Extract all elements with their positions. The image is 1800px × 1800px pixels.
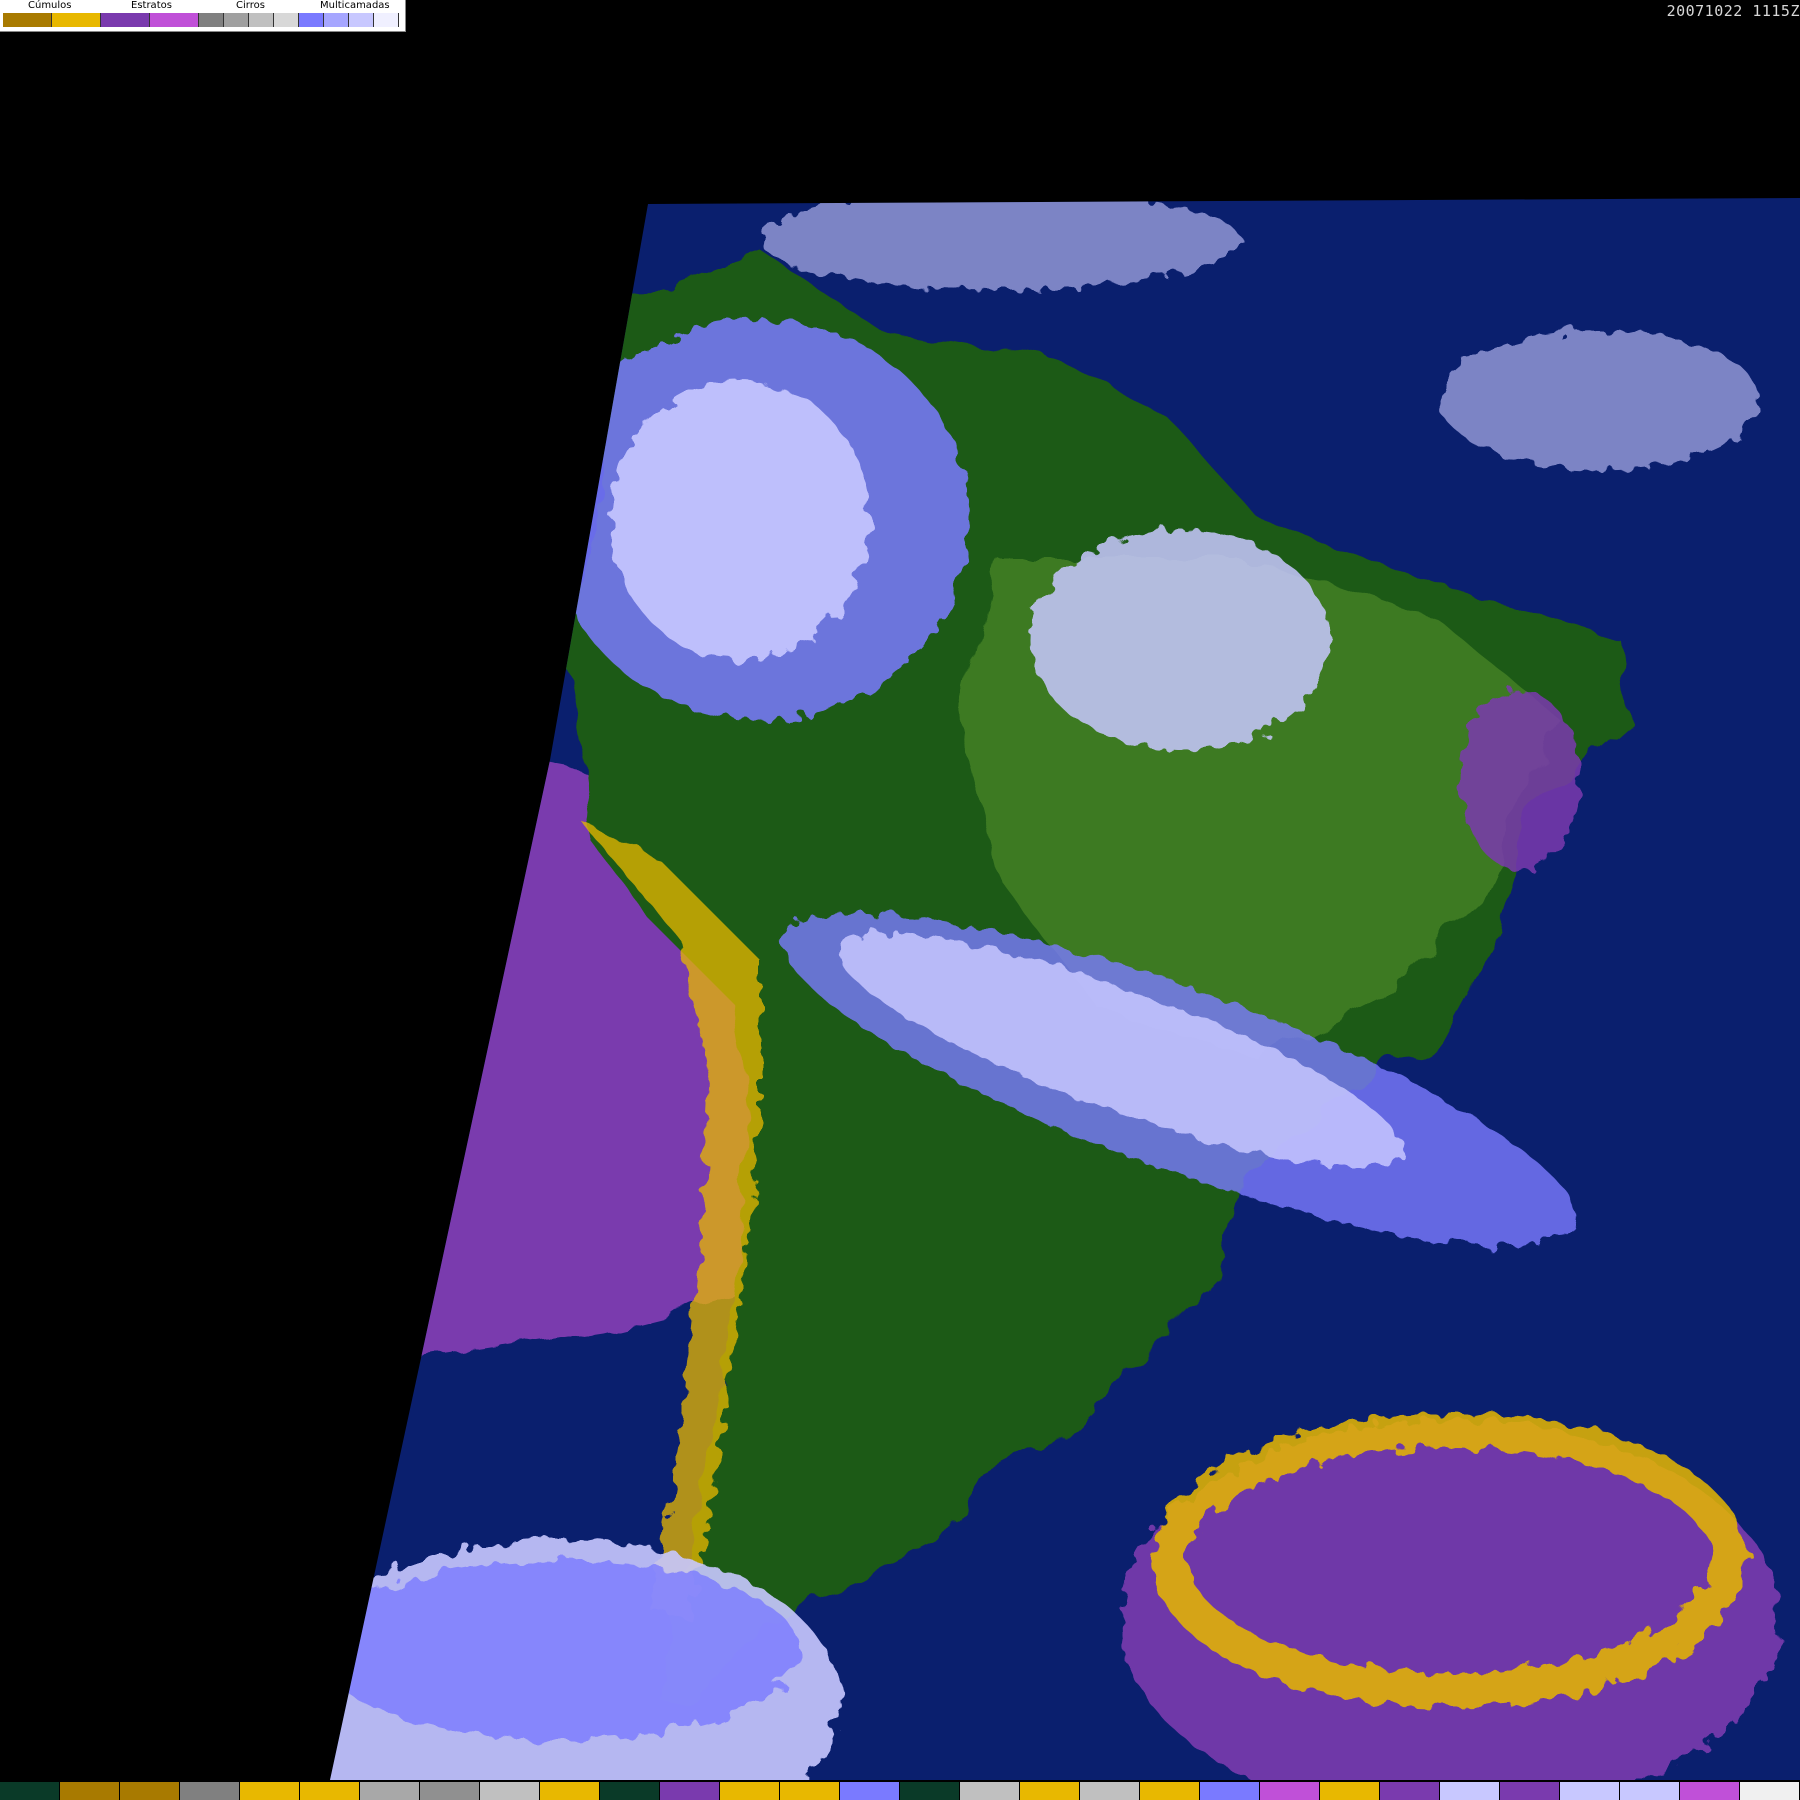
bottom-color-strip — [0, 1782, 1800, 1800]
strip-cell-11 — [660, 1782, 720, 1800]
legend-label-cirros: Cirros — [236, 0, 265, 11]
amazon-cloud-tops — [610, 380, 870, 660]
legend-label-cumulos: Cúmulos — [28, 0, 72, 11]
strip-cell-14 — [840, 1782, 900, 1800]
north-atlantic-clouds — [1440, 330, 1760, 470]
strip-cell-21 — [1260, 1782, 1320, 1800]
strip-cell-4 — [240, 1782, 300, 1800]
caribbean-clouds — [760, 198, 1240, 290]
central-brazil-clouds — [1030, 530, 1330, 750]
strip-cell-10 — [600, 1782, 660, 1800]
strip-cell-1 — [60, 1782, 120, 1800]
southern-multilayer-edge — [330, 1560, 800, 1740]
strip-cell-6 — [360, 1782, 420, 1800]
legend-swatch-0-1 — [52, 13, 101, 27]
strip-cell-28 — [1680, 1782, 1740, 1800]
legend-label-multicamadas: Multicamadas — [320, 0, 390, 11]
image-timestamp: 20071022 1115Z — [1666, 2, 1800, 20]
strip-cell-8 — [480, 1782, 540, 1800]
strip-cell-12 — [720, 1782, 780, 1800]
strip-cell-15 — [900, 1782, 960, 1800]
legend-swatch-3-3 — [374, 13, 399, 27]
strip-cell-0 — [0, 1782, 60, 1800]
legend-swatch-1-1 — [150, 13, 199, 27]
strip-cell-27 — [1620, 1782, 1680, 1800]
strip-cell-18 — [1080, 1782, 1140, 1800]
strip-cell-26 — [1560, 1782, 1620, 1800]
satellite-image — [330, 198, 1800, 1780]
legend-swatch-2-0 — [199, 13, 224, 27]
strip-cell-23 — [1380, 1782, 1440, 1800]
strip-cell-29 — [1740, 1782, 1800, 1800]
legend-swatch-3-1 — [324, 13, 349, 27]
strip-cell-5 — [300, 1782, 360, 1800]
strip-cell-17 — [1020, 1782, 1080, 1800]
legend-swatch-2-2 — [249, 13, 274, 27]
strip-cell-25 — [1500, 1782, 1560, 1800]
legend-swatches — [3, 13, 399, 27]
legend-swatch-3-0 — [299, 13, 324, 27]
strip-cell-19 — [1140, 1782, 1200, 1800]
strip-cell-24 — [1440, 1782, 1500, 1800]
strip-cell-22 — [1320, 1782, 1380, 1800]
northeast-stratus — [1460, 690, 1580, 870]
strip-cell-7 — [420, 1782, 480, 1800]
legend-label-estratos: Estratos — [131, 0, 172, 11]
legend-swatch-1-0 — [101, 13, 150, 27]
strip-cell-20 — [1200, 1782, 1260, 1800]
strip-cell-13 — [780, 1782, 840, 1800]
strip-cell-16 — [960, 1782, 1020, 1800]
strip-cell-9 — [540, 1782, 600, 1800]
legend-swatch-0-0 — [3, 13, 52, 27]
legend-swatch-2-3 — [274, 13, 299, 27]
strip-cell-3 — [180, 1782, 240, 1800]
cloud-type-legend: Cúmulos Estratos Cirros Multicamadas — [0, 0, 406, 32]
legend-swatch-3-2 — [349, 13, 374, 27]
strip-cell-2 — [120, 1782, 180, 1800]
legend-swatch-2-1 — [224, 13, 249, 27]
